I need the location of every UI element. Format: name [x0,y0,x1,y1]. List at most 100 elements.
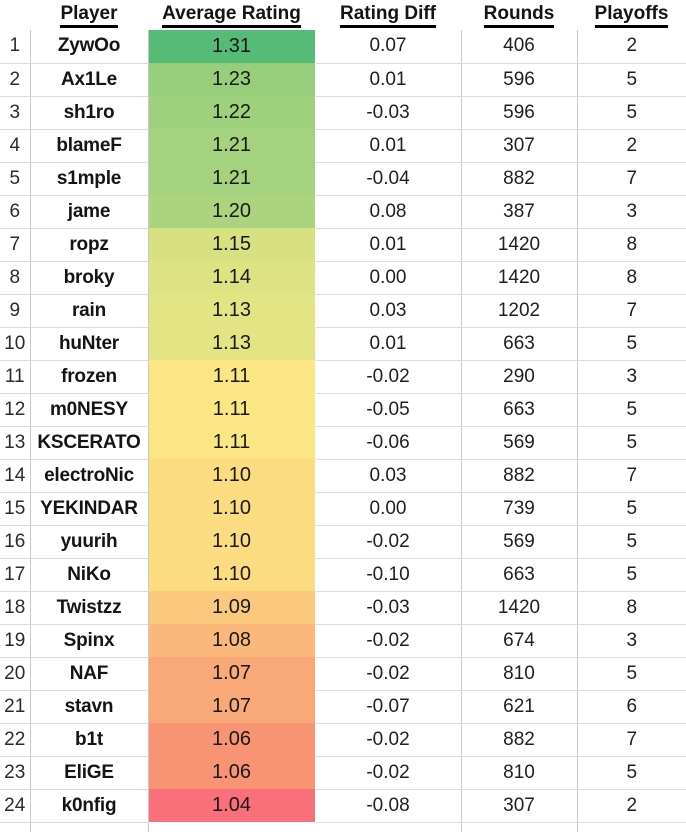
cell-playoffs[interactable]: 5 [577,393,686,427]
cell-rating-diff[interactable]: 0.00 [315,261,462,295]
cell-playoffs[interactable]: 3 [577,360,686,394]
column-header-rating-diff[interactable]: Rating Diff [315,0,461,30]
table-row[interactable]: 4 blameF 1.21 0.01 307 2 [0,129,686,163]
cell-rating-diff[interactable]: -0.02 [315,360,462,394]
cell-rating-diff[interactable]: 0.01 [315,129,462,163]
cell-average-rating[interactable]: 1.10 [148,525,315,558]
cell-rank[interactable]: 10 [0,327,31,361]
cell-rounds[interactable]: 663 [461,327,578,361]
cell-player[interactable]: rain [30,294,149,328]
cell-rounds[interactable]: 307 [461,129,578,163]
cell-average-rating[interactable]: 1.22 [148,96,315,129]
cell-rounds[interactable]: 569 [461,525,578,559]
cell-rating-diff[interactable]: 0.01 [315,327,462,361]
cell-playoffs[interactable]: 2 [577,30,686,64]
cell-playoffs[interactable]: 5 [577,96,686,130]
cell-average-rating[interactable]: 1.10 [148,459,315,492]
table-row[interactable]: 13 KSCERATO 1.11 -0.06 569 5 [0,426,686,460]
cell-average-rating[interactable]: 1.09 [148,591,315,624]
column-header-playoffs[interactable]: Playoffs [577,0,686,30]
cell-player[interactable]: stavn [30,690,149,724]
table-row[interactable]: 19 Spinx 1.08 -0.02 674 3 [0,624,686,658]
cell-average-rating[interactable]: 1.10 [148,558,315,591]
cell-rating-diff[interactable]: 0.07 [315,30,462,64]
cell-player[interactable]: ropz [30,228,149,262]
cell-rating-diff[interactable]: -0.02 [315,756,462,790]
cell-player[interactable]: Spinx [30,624,149,658]
cell-rank[interactable]: 17 [0,558,31,592]
table-row[interactable]: 1 ZywOo 1.31 0.07 406 2 [0,30,686,64]
cell-playoffs[interactable]: 8 [577,228,686,262]
cell-average-rating[interactable]: 1.06 [148,756,315,789]
cell-rating-diff[interactable]: -0.05 [315,393,462,427]
table-row[interactable]: 8 broky 1.14 0.00 1420 8 [0,261,686,295]
cell-rating-diff[interactable]: 0.03 [315,294,462,328]
cell-rating-diff[interactable]: -0.07 [315,690,462,724]
cell-player[interactable]: b1t [30,723,149,757]
table-row[interactable]: 9 rain 1.13 0.03 1202 7 [0,294,686,328]
cell-player[interactable]: Twistzz [30,591,149,625]
cell-rank[interactable]: 18 [0,591,31,625]
table-row[interactable]: 17 NiKo 1.10 -0.10 663 5 [0,558,686,592]
cell-average-rating[interactable]: 1.23 [148,63,315,96]
cell-average-rating[interactable]: 1.06 [148,723,315,756]
cell-playoffs[interactable]: 5 [577,492,686,526]
cell-rank[interactable]: 22 [0,723,31,757]
table-row[interactable]: 10 huNter 1.13 0.01 663 5 [0,327,686,361]
cell-rank[interactable]: 23 [0,756,31,790]
cell-rank[interactable]: 14 [0,459,31,493]
cell-rounds[interactable]: 663 [461,558,578,592]
cell-rank[interactable]: 1 [0,30,31,64]
cell-player[interactable]: KSCERATO [30,426,149,460]
cell-rank[interactable]: 11 [0,360,31,394]
cell-rounds[interactable]: 596 [461,63,578,97]
cell-player[interactable]: electroNic [30,459,149,493]
table-row[interactable]: 16 yuurih 1.10 -0.02 569 5 [0,525,686,559]
cell-rounds[interactable]: 596 [461,96,578,130]
cell-rating-diff[interactable]: -0.04 [315,162,462,196]
cell-average-rating[interactable]: 1.11 [148,360,315,393]
cell-average-rating[interactable]: 1.13 [148,327,315,360]
cell-player[interactable]: frozen [30,360,149,394]
cell-playoffs[interactable]: 6 [577,690,686,724]
cell-rating-diff[interactable]: 0.00 [315,492,462,526]
cell-rounds[interactable]: 882 [461,162,578,196]
cell-average-rating[interactable]: 1.14 [148,261,315,294]
cell-average-rating[interactable]: 1.10 [148,492,315,525]
cell-average-rating[interactable]: 1.11 [148,426,315,459]
cell-rank[interactable]: 2 [0,63,31,97]
cell-rating-diff[interactable]: -0.03 [315,591,462,625]
cell-rounds[interactable]: 406 [461,30,578,64]
cell-rounds[interactable]: 387 [461,195,578,229]
cell-player[interactable]: sh1ro [30,96,149,130]
cell-player[interactable]: NiKo [30,558,149,592]
cell-playoffs[interactable]: 5 [577,63,686,97]
cell-rating-diff[interactable]: -0.03 [315,96,462,130]
cell-playoffs[interactable]: 7 [577,162,686,196]
cell-average-rating[interactable]: 1.07 [148,690,315,723]
cell-rating-diff[interactable]: -0.02 [315,624,462,658]
cell-player[interactable]: s1mple [30,162,149,196]
cell-average-rating[interactable]: 1.21 [148,162,315,195]
cell-playoffs[interactable]: 5 [577,657,686,691]
cell-rating-diff[interactable]: 0.01 [315,228,462,262]
cell-playoffs[interactable]: 2 [577,129,686,163]
cell-rating-diff[interactable]: 0.03 [315,459,462,493]
table-row[interactable]: 20 NAF 1.07 -0.02 810 5 [0,657,686,691]
table-row[interactable]: 7 ropz 1.15 0.01 1420 8 [0,228,686,262]
cell-rating-diff[interactable]: -0.02 [315,657,462,691]
table-row[interactable]: 23 EliGE 1.06 -0.02 810 5 [0,756,686,790]
cell-rating-diff[interactable]: -0.02 [315,525,462,559]
cell-rank[interactable]: 3 [0,96,31,130]
table-row[interactable]: 11 frozen 1.11 -0.02 290 3 [0,360,686,394]
cell-rank[interactable]: 21 [0,690,31,724]
cell-playoffs[interactable]: 7 [577,723,686,757]
cell-player[interactable]: Ax1Le [30,63,149,97]
cell-rating-diff[interactable]: 0.01 [315,63,462,97]
cell-average-rating[interactable]: 1.11 [148,393,315,426]
cell-playoffs[interactable]: 5 [577,327,686,361]
table-row[interactable]: 12 m0NESY 1.11 -0.05 663 5 [0,393,686,427]
cell-rounds[interactable]: 882 [461,723,578,757]
cell-player[interactable]: m0NESY [30,393,149,427]
cell-rounds[interactable]: 1420 [461,228,578,262]
